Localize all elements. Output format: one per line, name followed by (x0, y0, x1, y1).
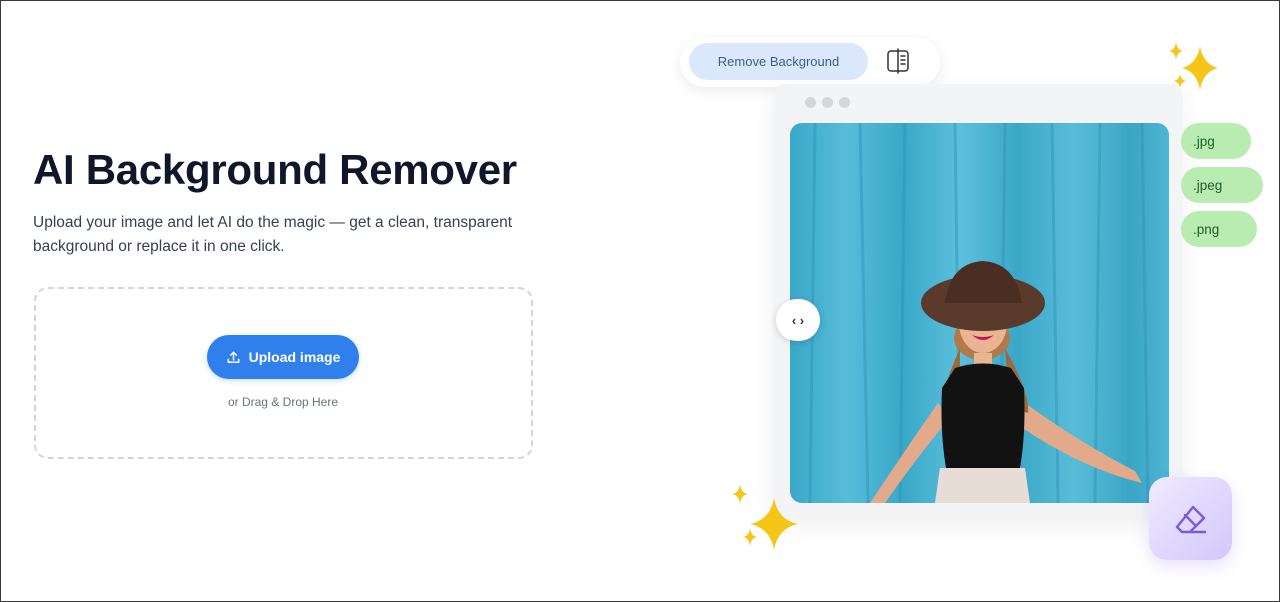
window-dot (839, 97, 850, 108)
format-badge-jpeg: .jpeg (1181, 167, 1263, 203)
compare-slider-handle[interactable]: ‹ › (776, 299, 820, 341)
upload-button-label: Upload image (248, 349, 341, 365)
eraser-tool-button[interactable] (1149, 477, 1232, 560)
upload-icon (227, 351, 239, 363)
compare-icon[interactable] (886, 48, 910, 74)
page-title: AI Background Remover (33, 146, 517, 193)
remove-background-button[interactable]: Remove Background (689, 43, 868, 80)
format-badge-png: .png (1181, 211, 1257, 247)
format-badge-jpg: .jpg (1181, 123, 1251, 159)
upload-image-button[interactable]: Upload image (207, 335, 359, 379)
sparkle-icon (732, 484, 798, 550)
drag-drop-hint: or Drag & Drop Here (227, 395, 339, 409)
sparkle-icon (1169, 42, 1218, 90)
window-dot (822, 97, 833, 108)
window-dot (805, 97, 816, 108)
eraser-icon (1175, 505, 1206, 533)
preview-photo (790, 123, 1169, 503)
page-subtitle: Upload your image and let AI do the magi… (33, 214, 513, 255)
